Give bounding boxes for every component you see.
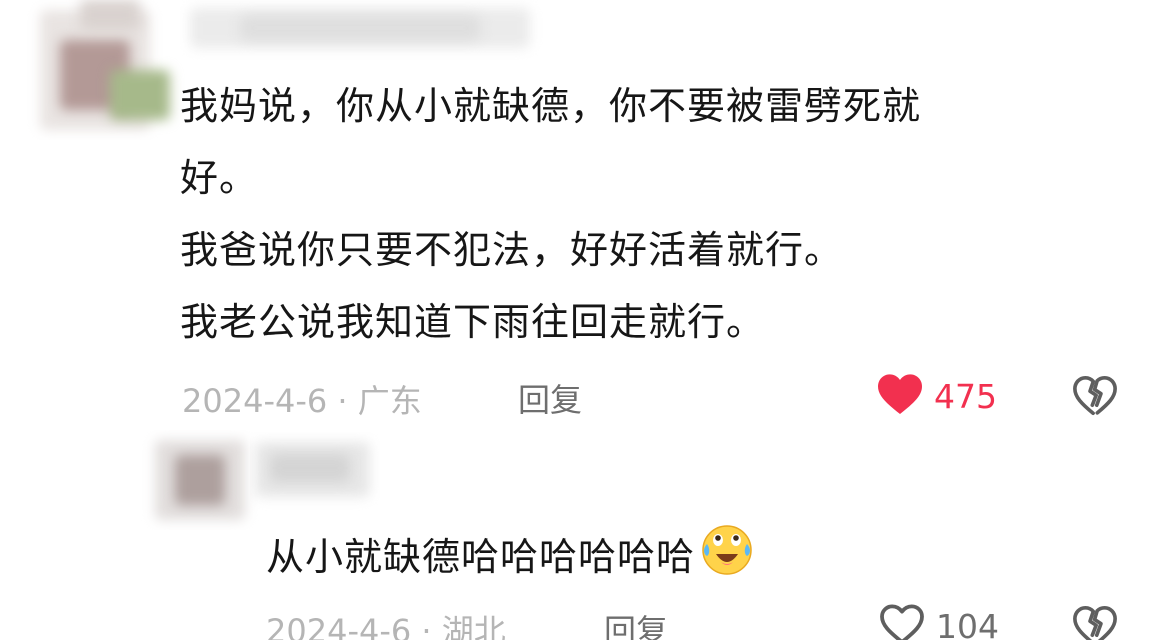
comment-text: 从小就缺德哈哈哈哈哈哈 bbox=[266, 520, 755, 599]
username[interactable] bbox=[250, 432, 380, 512]
heart-filled-icon bbox=[876, 372, 924, 420]
avatar[interactable] bbox=[20, 0, 190, 140]
comment-thread: 我妈说，你从小就缺德，你不要被雷劈死就 好。 我爸说你只要不犯法，好好活着就行。… bbox=[0, 0, 1170, 640]
reply-button[interactable]: 回复 bbox=[604, 606, 668, 640]
like-button[interactable]: 104 bbox=[878, 602, 999, 640]
dislike-button[interactable] bbox=[1072, 604, 1118, 640]
comment-date-location: 2024-4-6 · 湖北 bbox=[266, 612, 506, 640]
comment-line: 从小就缺德哈哈哈哈哈哈 bbox=[266, 535, 696, 579]
avatar[interactable] bbox=[140, 430, 260, 530]
like-count: 104 bbox=[936, 606, 999, 640]
like-count: 475 bbox=[934, 376, 997, 416]
broken-heart-icon bbox=[1072, 375, 1118, 422]
comment-line: 我老公说我知道下雨往回走就行。 bbox=[180, 300, 766, 344]
username[interactable] bbox=[180, 0, 560, 60]
comment-text: 我妈说，你从小就缺德，你不要被雷劈死就 好。 我爸说你只要不犯法，好好活着就行。… bbox=[180, 70, 921, 358]
comment-line: 好。 bbox=[180, 156, 259, 200]
reply-button[interactable]: 回复 bbox=[518, 375, 582, 421]
dislike-button[interactable] bbox=[1072, 374, 1118, 422]
comment-date-location: 2024-4-6 · 广东 bbox=[182, 382, 422, 420]
laughing-crying-emoji-icon bbox=[699, 520, 755, 599]
comment-line: 我爸说你只要不犯法，好好活着就行。 bbox=[180, 228, 844, 272]
comment-line: 我妈说，你从小就缺德，你不要被雷劈死就 bbox=[180, 84, 922, 128]
broken-heart-icon bbox=[1072, 605, 1118, 640]
heart-outline-icon bbox=[878, 602, 926, 640]
like-button[interactable]: 475 bbox=[876, 372, 997, 420]
